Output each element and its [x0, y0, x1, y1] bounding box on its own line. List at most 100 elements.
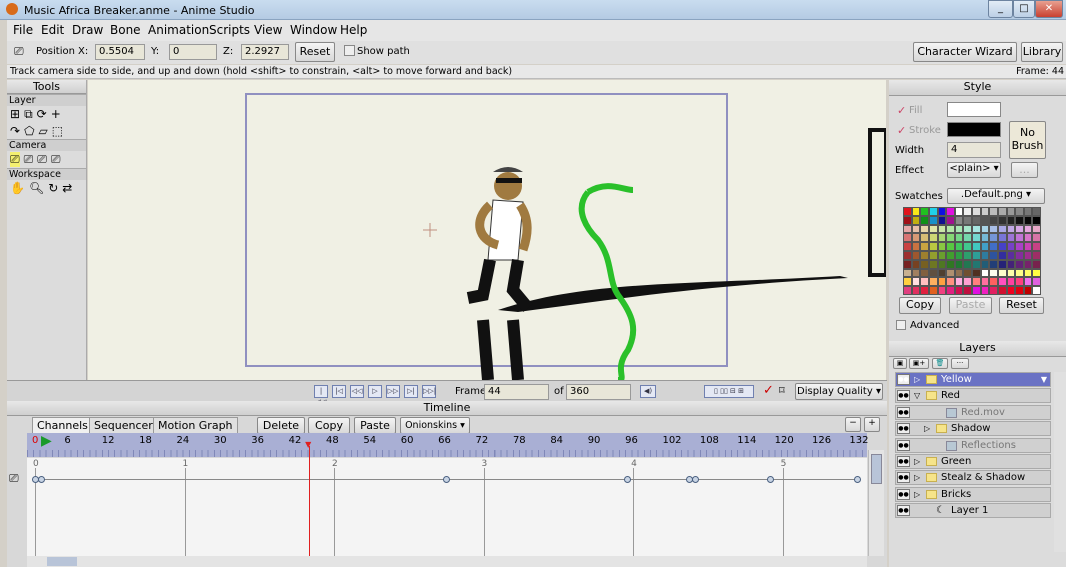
swatch[interactable]: [1015, 224, 1024, 234]
fast-forward-icon[interactable]: ▷▷|: [422, 385, 436, 398]
swatch[interactable]: [903, 215, 912, 225]
visibility-eye-icon[interactable]: ●●: [897, 472, 910, 484]
swatch[interactable]: [946, 277, 955, 287]
frame-bounds-icon[interactable]: ⌑: [779, 384, 785, 397]
swatch[interactable]: [1006, 277, 1016, 287]
swatch[interactable]: [972, 277, 981, 287]
swatch[interactable]: [1015, 242, 1024, 251]
swatch[interactable]: [963, 268, 972, 278]
swatch[interactable]: [920, 250, 929, 260]
visibility-eye-icon[interactable]: ●●: [897, 488, 910, 500]
layer-more-icon[interactable]: ···: [951, 358, 969, 369]
visibility-eye-icon[interactable]: ●●: [897, 505, 910, 517]
swatch[interactable]: [911, 277, 921, 287]
expand-toggle-icon[interactable]: ▷: [924, 422, 930, 435]
expand-toggle-icon[interactable]: ▷: [914, 488, 920, 501]
swatch-copy-button[interactable]: Copy: [899, 297, 941, 314]
swatch[interactable]: [1023, 259, 1033, 269]
frame-field[interactable]: 44: [484, 384, 549, 400]
frame-ruler[interactable]: 0 6 12 18 24 30 36 42 48 54 60 66 72 78 84 90 96 102 108 11…: [27, 433, 868, 457]
layers-scrollbar[interactable]: [1054, 372, 1066, 552]
swatch[interactable]: [989, 233, 998, 243]
swatch[interactable]: [963, 224, 972, 234]
flip-icon[interactable]: ↷: [10, 124, 20, 138]
layer-row[interactable]: ●● ▷ Green: [895, 454, 1051, 469]
swatch-grid[interactable]: [903, 207, 1041, 295]
layer-row[interactable]: ●● Reflections: [895, 437, 1051, 453]
track-camera-icon[interactable]: ⎚: [10, 152, 20, 167]
swatch[interactable]: [920, 268, 929, 278]
swatch[interactable]: [997, 259, 1007, 269]
swatch[interactable]: [928, 277, 938, 287]
keyframe[interactable]: [767, 476, 775, 483]
swatch[interactable]: [911, 286, 921, 295]
menu-help[interactable]: Help: [340, 23, 367, 37]
swatch[interactable]: [1023, 277, 1033, 287]
swatch[interactable]: [980, 215, 990, 225]
visibility-eye-icon[interactable]: ●●: [897, 439, 910, 451]
swatch[interactable]: [946, 233, 955, 243]
swatch[interactable]: [920, 242, 929, 251]
swatch[interactable]: [946, 286, 955, 295]
swatch[interactable]: [1032, 286, 1041, 295]
swatch[interactable]: [1015, 250, 1024, 260]
swatch[interactable]: [1023, 268, 1033, 278]
previous-frame-icon[interactable]: ◁◁: [350, 385, 364, 398]
swatch[interactable]: [972, 268, 981, 278]
swatch[interactable]: [937, 233, 947, 243]
swatch[interactable]: [963, 259, 972, 269]
swatch[interactable]: [928, 250, 938, 260]
swatch[interactable]: [1006, 242, 1016, 251]
swatch[interactable]: [1032, 207, 1041, 216]
visibility-eye-icon[interactable]: ●●: [897, 423, 910, 435]
play-marker-icon[interactable]: ▶: [41, 433, 52, 449]
tab-sequencer[interactable]: Sequencer: [89, 417, 158, 434]
translate-layer-icon[interactable]: ⊞: [10, 107, 20, 122]
delete-layer-icon[interactable]: 🗑︎: [932, 358, 948, 369]
swatch[interactable]: [937, 286, 947, 295]
swatch[interactable]: [928, 286, 938, 295]
swatch[interactable]: [1023, 286, 1033, 295]
swatch[interactable]: [972, 224, 981, 234]
swatch[interactable]: [989, 250, 998, 260]
swatch[interactable]: [1023, 242, 1033, 251]
show-path-checkbox[interactable]: [344, 45, 355, 56]
swatch[interactable]: [980, 259, 990, 269]
swatch[interactable]: [1023, 215, 1033, 225]
swatch[interactable]: [1032, 233, 1041, 243]
display-quality-dropdown[interactable]: Display Quality ▾: [795, 383, 883, 400]
menu-bone[interactable]: Bone: [110, 23, 141, 37]
no-brush-button[interactable]: No Brush: [1009, 121, 1046, 159]
swatch[interactable]: [903, 259, 912, 269]
layer-menu-arrow-icon[interactable]: ▼: [1041, 373, 1047, 386]
swatch[interactable]: [954, 207, 964, 216]
swatch[interactable]: [937, 277, 947, 287]
swatch[interactable]: [903, 233, 912, 243]
keyframe[interactable]: [443, 476, 451, 483]
pan-tilt-camera-icon[interactable]: ⎚: [51, 152, 61, 167]
swatch[interactable]: [997, 207, 1007, 216]
shear-icon[interactable]: ⬠: [24, 124, 34, 138]
swatch[interactable]: [954, 259, 964, 269]
fill-color-swatch[interactable]: [947, 102, 1001, 117]
swatch[interactable]: [1006, 286, 1016, 295]
swatch[interactable]: [1015, 268, 1024, 278]
canvas[interactable]: [88, 80, 886, 380]
paste-keys-button[interactable]: Paste: [354, 417, 396, 434]
swatch[interactable]: [989, 259, 998, 269]
zoom-camera-icon[interactable]: ⎚: [24, 152, 34, 167]
swatch[interactable]: [937, 268, 947, 278]
swatch[interactable]: [972, 250, 981, 260]
swatch[interactable]: [954, 286, 964, 295]
close-button[interactable]: ✕: [1035, 0, 1063, 18]
layer-row[interactable]: ●● ▷ Bricks: [895, 486, 1051, 502]
swatch[interactable]: [920, 224, 929, 234]
visibility-eye-icon[interactable]: ●●: [897, 390, 910, 402]
menu-edit[interactable]: Edit: [41, 23, 64, 37]
swatch[interactable]: [980, 268, 990, 278]
swatch[interactable]: [937, 215, 947, 225]
swatch[interactable]: [1023, 233, 1033, 243]
swatch[interactable]: [989, 242, 998, 251]
swatch[interactable]: [937, 259, 947, 269]
play-icon[interactable]: ▷: [368, 385, 382, 398]
